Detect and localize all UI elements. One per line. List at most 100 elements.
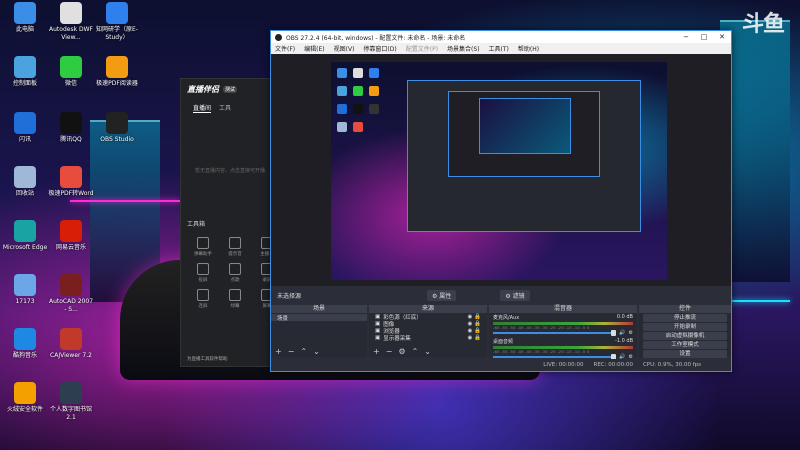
desktop-icon-label: Autodesk DWF View... [49, 26, 93, 41]
desktop-icon-label: 微信 [64, 80, 77, 87]
desktop-icon[interactable]: OBS Studio [94, 112, 140, 144]
obs-titlebar[interactable]: OBS 27.2.4 (64-bit, windows) - 配置文件: 未命名… [271, 31, 731, 43]
visibility-eye-icon[interactable]: ◉ 🔒 [468, 314, 481, 320]
scenes-dock: 场景 场景 + − ⌃ ⌄ [271, 305, 367, 357]
desktop-icon[interactable]: 17173 [2, 274, 48, 306]
desktop-icon[interactable]: 此电脑 [2, 2, 48, 34]
desktop-icon[interactable]: 闪讯 [2, 112, 48, 144]
visibility-eye-icon[interactable]: ◉ 🔒 [468, 335, 481, 341]
wechat-icon [60, 56, 82, 78]
add-icon[interactable]: + [275, 347, 282, 356]
zhibo-window[interactable]: 直播伴侣 测试 直播间 工具 暂无直播内容，点击直接可开播 工具箱 弹幕助手 提示… [180, 78, 282, 367]
volume-knob[interactable] [611, 330, 617, 336]
menu-item[interactable]: 场景集合(S) [447, 44, 480, 53]
source-type-icon: ▣ [375, 313, 381, 320]
desktop-icon[interactable]: 火绒安全软件 [2, 382, 48, 414]
desktop-icon[interactable]: 极速PDF转Word [48, 166, 94, 198]
zhibo-tool-button[interactable]: 提示音 [219, 237, 251, 257]
wallpaper-neon [70, 200, 180, 202]
source-item[interactable]: ▣ 显示器采集 ◉ 🔒 [369, 334, 487, 342]
desktop-icon[interactable]: 网易云音乐 [48, 220, 94, 252]
obs-icon [106, 112, 128, 134]
mixer-channel: 桌面音频 -1.0 dB -60 -55 -50 -45 -40 -35 -30 -… [489, 337, 637, 361]
mixer-channels: 麦克风/Aux 0.0 dB -60 -55 -50 -45 -40 -35 -30… [489, 313, 637, 361]
zhibo-footer[interactable]: 为直播工具软件帮助 [187, 356, 228, 362]
tab-live-room[interactable]: 直播间 [193, 103, 212, 113]
shanxun-icon [14, 112, 36, 134]
speaker-icon[interactable]: 🔊 [619, 330, 625, 336]
add-icon[interactable]: + [373, 347, 380, 356]
obs-statusbar: LIVE: 00:00:00 REC: 00:00:00 CPU: 0.9%, … [271, 359, 731, 371]
volume-slider[interactable] [493, 354, 617, 360]
menu-item[interactable]: 工具(T) [489, 44, 509, 53]
move-up-icon[interactable]: ⌃ [300, 347, 307, 356]
desktop-icon[interactable]: 微信 [48, 56, 94, 88]
visibility-eye-icon[interactable]: ◉ 🔒 [468, 328, 481, 334]
mixer-channel-header: 桌面音频 -1.0 dB [493, 338, 633, 345]
gear-icon[interactable]: ⚙ [398, 347, 405, 356]
visibility-eye-icon[interactable]: ◉ 🔒 [468, 321, 481, 327]
zhibo-tool-button[interactable]: 投屏 [187, 263, 219, 283]
digital-library-icon [60, 382, 82, 404]
zhibo-tool-grid: 弹幕助手 提示音 主播… 投屏 点歌 录屏 连屏 绿幕 屏幕 [187, 237, 283, 309]
move-up-icon[interactable]: ⌃ [412, 347, 419, 356]
control-button[interactable]: 停止推流 [643, 314, 727, 322]
desktop-icon[interactable]: 酷狗音乐 [2, 328, 48, 360]
remove-icon[interactable]: − [288, 347, 295, 356]
obs-title: OBS 27.2.4 (64-bit, windows) - 配置文件: 未命名… [286, 34, 466, 42]
volume-slider[interactable] [493, 330, 617, 336]
control-button[interactable]: 启动虚拟摄像机 [643, 332, 727, 340]
scene-item[interactable]: 场景 [271, 314, 367, 322]
maximize-icon[interactable]: □ [695, 33, 713, 41]
menu-item[interactable]: 帮助(H) [518, 44, 539, 53]
preview-nested-obs-3 [479, 98, 571, 154]
desktop-icon[interactable]: 回收站 [2, 166, 48, 198]
desktop-icon[interactable]: AutoCAD 2007 - S... [48, 274, 94, 314]
qq-icon [60, 112, 82, 134]
control-button[interactable]: 工作室模式 [643, 341, 727, 349]
minimize-icon[interactable]: − [677, 33, 695, 41]
zhibo-tool-button[interactable]: 点歌 [219, 263, 251, 283]
desktop-icon[interactable]: CAJViewer 7.2 [48, 328, 94, 360]
menu-item[interactable]: 配置文件(P) [406, 44, 438, 53]
preview-nested-obs-2 [448, 91, 600, 177]
volume-row: 🔊 ⚙ [493, 330, 633, 336]
desktop-icon-label: 酷狗音乐 [12, 352, 37, 359]
tab-tools[interactable]: 工具 [219, 103, 231, 113]
preview-desktop-icon [353, 68, 363, 78]
obs-preview[interactable] [271, 54, 731, 286]
obs-menubar: 文件(F) 编辑(E) 视图(V) 停靠窗口(D) 配置文件(P) 场景集合(S) 工具(T… [271, 43, 731, 54]
desktop-icon[interactable]: 个人数字图书馆2.1 [48, 382, 94, 422]
zhibo-tool-button[interactable]: 绿幕 [219, 289, 251, 309]
desktop-icon-label: OBS Studio [100, 136, 134, 143]
desktop-icon[interactable]: 腾讯QQ [48, 112, 94, 144]
desktop-icon[interactable]: 知网研学（原E-Study） [94, 2, 140, 42]
desktop-icon[interactable]: 控制面板 [2, 56, 48, 88]
preview-canvas [331, 62, 667, 280]
desktop-icon[interactable]: 极速PDF阅读器 [94, 56, 140, 88]
cajviewer-icon [60, 328, 82, 350]
zhibo-badge: 测试 [223, 85, 238, 93]
zhibo-tool-button[interactable]: 连屏 [187, 289, 219, 309]
menu-item[interactable]: 停靠窗口(D) [363, 44, 396, 53]
control-button[interactable]: 开始录制 [643, 323, 727, 331]
filters-button[interactable]: ⚙ 滤镜 [500, 289, 530, 301]
move-down-icon[interactable]: ⌄ [313, 347, 320, 356]
menu-item[interactable]: 视图(V) [334, 44, 355, 53]
filter-icon: ⚙ [505, 292, 513, 300]
tool-icon [229, 237, 241, 249]
desktop-icon[interactable]: Autodesk DWF View... [48, 2, 94, 42]
move-down-icon[interactable]: ⌄ [424, 347, 431, 356]
close-icon[interactable]: ✕ [713, 33, 731, 41]
computer-icon [14, 2, 36, 24]
menu-item[interactable]: 文件(F) [275, 44, 295, 53]
gear-icon[interactable]: ⚙ [629, 330, 633, 336]
obs-window[interactable]: OBS 27.2.4 (64-bit, windows) - 配置文件: 未命名… [270, 30, 732, 372]
sources-list: ▣ 彩色源（红底） ◉ 🔒 ▣ 图像 ◉ 🔒 ▣ 浏览器 ◉ 🔒 ▣ 显示器采集 ◉ 🔒 [369, 313, 487, 342]
remove-icon[interactable]: − [386, 347, 393, 356]
zhibo-tool-button[interactable]: 弹幕助手 [187, 237, 219, 257]
properties-button[interactable]: ⚙ 属性 [427, 289, 457, 301]
desktop-icon[interactable]: Microsoft Edge [2, 220, 48, 252]
menu-item[interactable]: 编辑(E) [304, 44, 324, 53]
control-button[interactable]: 设置 [643, 350, 727, 358]
